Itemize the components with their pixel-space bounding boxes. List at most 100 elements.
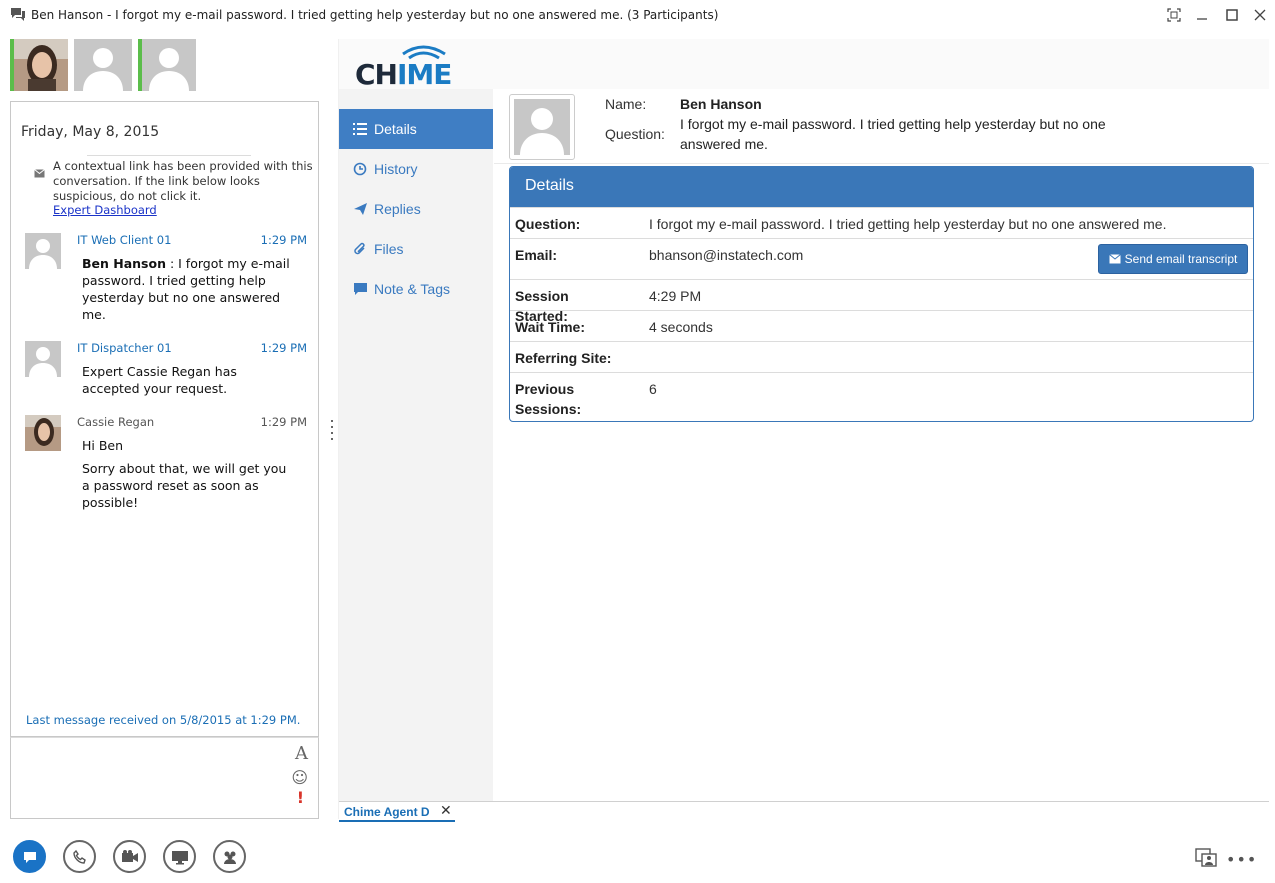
avatar-participant-3[interactable]: [138, 39, 196, 91]
expert-dashboard-link[interactable]: Expert Dashboard: [53, 203, 157, 217]
message-item: IT Dispatcher 01 1:29 PM Expert Cassie R…: [25, 341, 315, 401]
nav-history[interactable]: History: [339, 149, 493, 189]
fullscreen-button[interactable]: [1163, 4, 1185, 26]
message-body: Hi Ben Sorry about that, we will get you…: [82, 437, 292, 511]
video-camera-icon: [121, 849, 138, 862]
row-value: 4 seconds: [649, 319, 713, 335]
row-value: 6: [649, 381, 657, 397]
conversation-history[interactable]: Friday, May 8, 2015 A contextual link ha…: [10, 101, 319, 737]
close-tab-icon[interactable]: ✕: [440, 803, 452, 819]
contextual-link-notice: A contextual link has been provided with…: [53, 159, 313, 203]
sender-avatar: [25, 233, 61, 269]
row-value: I forgot my e-mail password. I tried get…: [649, 216, 1167, 232]
send-email-transcript-button[interactable]: Send email transcript: [1098, 244, 1248, 274]
message-input[interactable]: A ☺ !: [10, 737, 319, 819]
chat-app-icon: [10, 6, 26, 22]
date-divider: [87, 155, 251, 156]
guest-question: I forgot my e-mail password. I tried get…: [680, 116, 1106, 152]
video-button[interactable]: [113, 840, 146, 873]
message-text: Expert Cassie Regan has accepted your re…: [82, 364, 237, 396]
contact-card-icon[interactable]: [1195, 847, 1217, 871]
name-label: Name:: [605, 96, 647, 112]
nav-label: Details: [374, 121, 417, 137]
participants-button[interactable]: [213, 840, 246, 873]
message-sender[interactable]: IT Dispatcher 01: [77, 341, 172, 355]
message-body: Ben Hanson : I forgot my e-mail password…: [82, 255, 292, 323]
row-key: Email:: [515, 247, 558, 263]
details-row-wait-time: Wait Time: 4 seconds: [510, 310, 1253, 341]
guest-avatar: [509, 94, 575, 160]
logo-accent: IME: [396, 58, 452, 91]
tab-label: Chime Agent D: [344, 805, 430, 819]
bottom-toolbar: [0, 830, 1275, 883]
message-item: Cassie Regan 1:29 PM Hi Ben Sorry about …: [25, 415, 315, 525]
message-time: 1:29 PM: [260, 341, 307, 355]
tab-strip: Chime Agent D ✕: [339, 801, 1269, 822]
message-sender[interactable]: IT Web Client 01: [77, 233, 171, 247]
nav-note-tags[interactable]: Note & Tags: [339, 269, 493, 309]
emoticon-icon[interactable]: ☺: [291, 768, 308, 787]
details-row-email: Email: bhanson@instatech.com Send email …: [510, 238, 1253, 279]
nav-details[interactable]: Details: [339, 109, 493, 149]
guest-name: Ben Hanson: [680, 96, 762, 112]
phone-icon: [72, 849, 86, 864]
row-key: Previous Sessions:: [515, 381, 582, 417]
nav-files[interactable]: Files: [339, 229, 493, 269]
bottom-right-icons: •••: [1195, 830, 1275, 883]
conversation-date: Friday, May 8, 2015: [21, 124, 160, 140]
tab-chime-agent[interactable]: Chime Agent D ✕: [339, 802, 455, 822]
message-item: IT Web Client 01 1:29 PM Ben Hanson : I …: [25, 233, 315, 333]
row-key: Wait Time:: [515, 319, 586, 335]
nav-label: History: [374, 161, 418, 177]
nav-label: Replies: [374, 201, 421, 217]
window-title: Ben Hanson - I forgot my e-mail password…: [31, 8, 719, 22]
message-line: Sorry about that, we will get you a pass…: [82, 461, 287, 510]
details-row-previous-sessions: Previous Sessions: 6: [510, 372, 1253, 421]
pane-splitter[interactable]: [330, 420, 334, 444]
participant-avatars: [10, 39, 310, 91]
row-key: Referring Site:: [515, 350, 612, 366]
chat-icon: [23, 851, 36, 863]
envelope-icon: [1108, 254, 1121, 264]
message-time: 1:29 PM: [260, 233, 307, 247]
monitor-icon: [171, 850, 188, 864]
people-icon: [223, 851, 236, 864]
close-button[interactable]: [1249, 4, 1271, 26]
chime-content: Name: Ben Hanson Question: I forgot my e…: [494, 89, 1269, 801]
comment-icon: [353, 282, 371, 296]
row-key: Question:: [515, 216, 581, 232]
profile-divider: [494, 163, 1269, 164]
present-button[interactable]: [163, 840, 196, 873]
send-button-label: Send email transcript: [1124, 252, 1238, 266]
envelope-icon: [34, 163, 45, 182]
message-line: Hi Ben: [82, 438, 124, 453]
maximize-button[interactable]: [1221, 4, 1243, 26]
minimize-button[interactable]: [1191, 4, 1213, 26]
message-time: 1:29 PM: [260, 415, 307, 429]
font-icon[interactable]: A: [295, 743, 308, 764]
nav-replies[interactable]: Replies: [339, 189, 493, 229]
clock-icon: [353, 162, 371, 176]
message-sender[interactable]: Cassie Regan: [77, 415, 154, 429]
paperclip-icon: [353, 242, 371, 256]
list-icon: [353, 123, 371, 135]
importance-icon[interactable]: !: [297, 788, 304, 807]
last-message-status: Last message received on 5/8/2015 at 1:2…: [26, 713, 301, 727]
chime-header: CHIME: [339, 39, 1269, 91]
im-button[interactable]: [13, 840, 46, 873]
details-panel: Details Question: I forgot my e-mail pas…: [509, 166, 1254, 422]
logo-text: CH: [355, 58, 398, 91]
details-row-session-started: Session Started: 4:29 PM: [510, 279, 1253, 324]
more-options-icon[interactable]: •••: [1226, 850, 1257, 869]
avatar-cassie-regan[interactable]: [10, 39, 68, 91]
avatar-participant-2[interactable]: [74, 39, 132, 91]
call-button[interactable]: [63, 840, 96, 873]
sender-avatar: [25, 341, 61, 377]
details-row-referring-site: Referring Site:: [510, 341, 1253, 372]
title-bar: Ben Hanson - I forgot my e-mail password…: [0, 0, 1275, 30]
message-author: Ben Hanson: [82, 256, 166, 271]
sender-avatar: [25, 415, 61, 451]
row-value: 4:29 PM: [649, 288, 702, 304]
details-heading: Details: [510, 167, 1253, 207]
nav-label: Files: [374, 241, 404, 257]
